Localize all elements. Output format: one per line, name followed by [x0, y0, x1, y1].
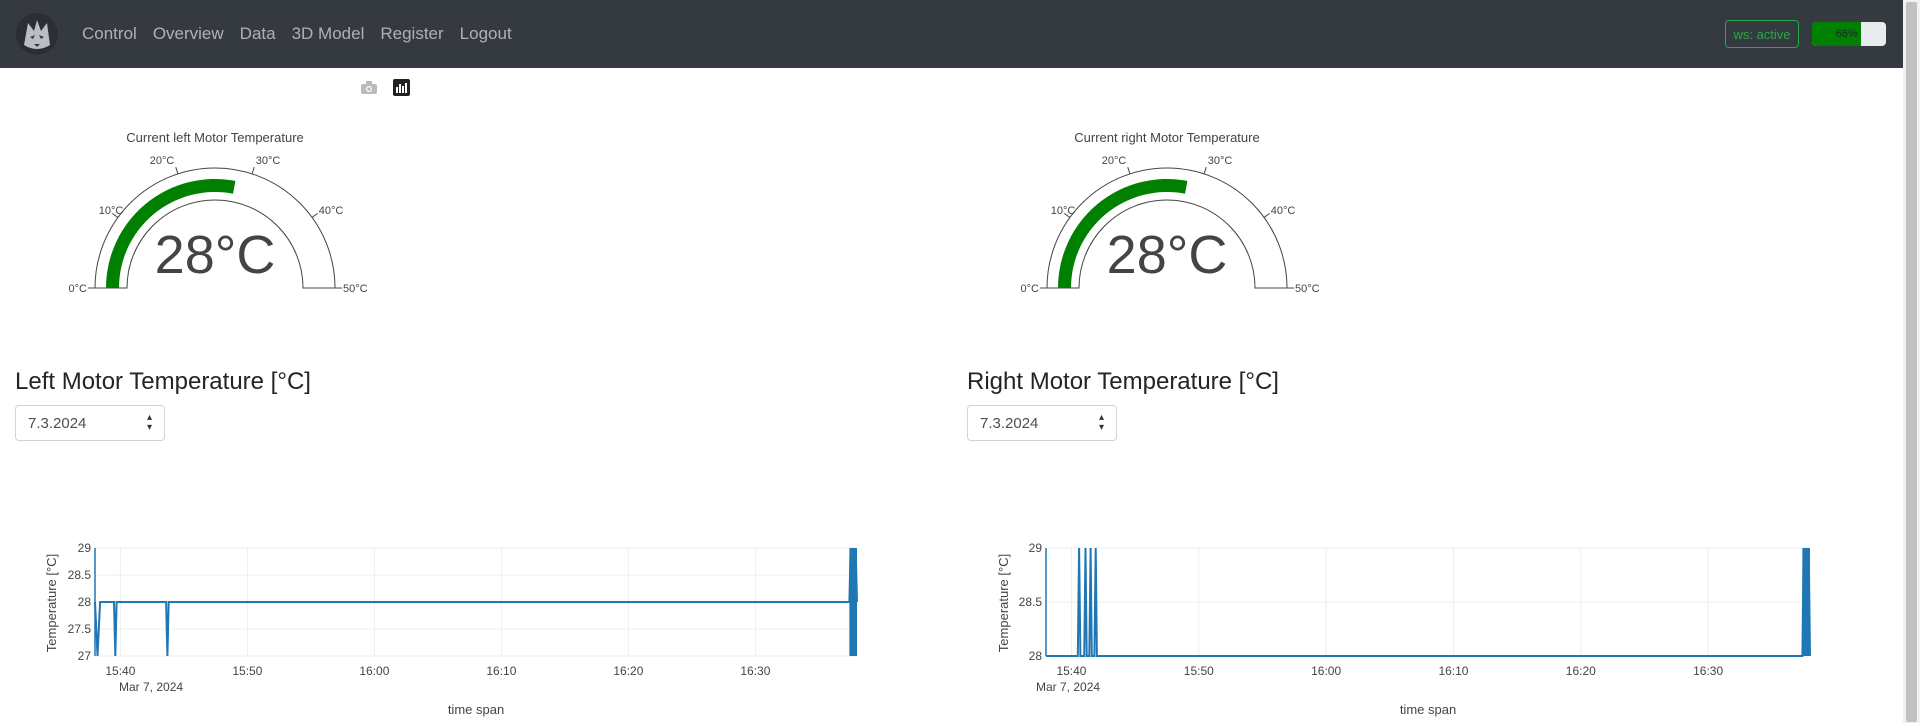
- gauge-tick-label: 40°C: [1271, 205, 1296, 217]
- wolf-logo-icon[interactable]: [14, 11, 60, 57]
- x-tick-label: 15:40: [1056, 664, 1086, 678]
- y-tick-label: 28: [1029, 649, 1043, 663]
- nav-link-3d-model[interactable]: 3D Model: [292, 24, 365, 44]
- gauge-title: Current left Motor Temperature: [126, 130, 304, 145]
- x-tick-label: 16:20: [613, 664, 643, 678]
- gauge-value: 28°C: [155, 225, 276, 285]
- nav-link-logout[interactable]: Logout: [460, 24, 512, 44]
- gauge-tick-label: 50°C: [343, 283, 368, 295]
- x-tick-label: 15:50: [232, 664, 262, 678]
- scrollbar-thumb[interactable]: [1906, 2, 1917, 722]
- top-navbar: Control Overview Data 3D Model Register …: [0, 0, 1903, 68]
- gauge-tick-label: 30°C: [1208, 155, 1233, 167]
- gauge-title: Current right Motor Temperature: [1074, 130, 1259, 145]
- x-tick-label: 15:40: [105, 664, 135, 678]
- plot-modebar: [360, 78, 410, 96]
- dense-data-band: [849, 548, 857, 656]
- gauge-tick-label: 0°C: [1021, 283, 1040, 295]
- y-tick-label: 29: [1029, 541, 1043, 555]
- camera-icon[interactable]: [360, 78, 378, 96]
- right-date-select[interactable]: 7.3.2024 ▴ ▾: [967, 405, 1117, 441]
- plotly-logo-icon[interactable]: [392, 78, 410, 96]
- gauge-tick-mark: [1263, 212, 1271, 218]
- x-tick-label: 16:10: [1438, 664, 1468, 678]
- x-tick-label: 16:30: [1693, 664, 1723, 678]
- x-axis-label: time span: [1400, 702, 1456, 717]
- y-tick-label: 28.5: [1019, 595, 1043, 609]
- x-tick-label: 15:50: [1184, 664, 1214, 678]
- battery-text: 66%: [1835, 28, 1858, 40]
- ws-status-badge: ws: active: [1725, 20, 1799, 48]
- left-date-select[interactable]: 7.3.2024 ▴ ▾: [15, 405, 165, 441]
- x-axis-label: time span: [448, 702, 504, 717]
- y-tick-label: 29: [78, 541, 92, 555]
- x-date-label: Mar 7, 2024: [119, 680, 183, 694]
- nav-link-control[interactable]: Control: [82, 24, 137, 44]
- y-tick-label: 28.5: [68, 568, 92, 582]
- gauge-tick-label: 10°C: [99, 205, 124, 217]
- y-axis-label: Temperature [°C]: [44, 554, 59, 652]
- y-tick-label: 27.5: [68, 622, 92, 636]
- nav-link-overview[interactable]: Overview: [153, 24, 224, 44]
- x-date-label: Mar 7, 2024: [1036, 680, 1100, 694]
- x-tick-label: 16:30: [740, 664, 770, 678]
- gauge-value: 28°C: [1107, 225, 1228, 285]
- left-section-title: Left Motor Temperature [°C]: [15, 368, 311, 395]
- left-temperature-chart[interactable]: 29 28.5 28 27.5 27 15:40 15:50 16:00 16:10 16:20…: [40, 535, 870, 723]
- gauge-left-motor: Current left Motor Temperature 0°C 10°C …: [69, 130, 368, 295]
- select-arrows-icon: ▴ ▾: [146, 412, 152, 433]
- gauge-tick-label: 10°C: [1051, 205, 1076, 217]
- temperature-series-line: [94, 547, 858, 657]
- gauge-tick-label: 40°C: [319, 205, 344, 217]
- gauge-tick-label: 20°C: [150, 155, 175, 167]
- x-tick-label: 16:00: [359, 664, 389, 678]
- gauge-tick-mark: [251, 167, 255, 175]
- left-date-value: 7.3.2024: [28, 414, 87, 432]
- right-temperature-chart[interactable]: 2928.528 15:40 15:50 16:00 16:10 16:20 16:30 …: [992, 535, 1822, 723]
- y-tick-label: 27: [78, 649, 92, 663]
- nav-links: Control Overview Data 3D Model Register …: [82, 0, 528, 68]
- y-axis-label: Temperature [°C]: [996, 554, 1011, 652]
- select-arrows-icon: ▴ ▾: [1098, 412, 1104, 433]
- x-tick-label: 16:10: [486, 664, 516, 678]
- x-tick-label: 16:00: [1311, 664, 1341, 678]
- nav-link-data[interactable]: Data: [240, 24, 276, 44]
- gauge-tick-mark: [311, 212, 319, 218]
- nav-link-register[interactable]: Register: [380, 24, 443, 44]
- battery-progress: 66%: [1812, 22, 1886, 46]
- x-tick-label: 16:20: [1566, 664, 1596, 678]
- gauge-tick-mark: [1127, 167, 1131, 175]
- y-tick-label: 28: [78, 595, 92, 609]
- gauge-tick-label: 30°C: [256, 155, 281, 167]
- gauge-tick-mark: [175, 167, 179, 175]
- right-date-value: 7.3.2024: [980, 414, 1039, 432]
- battery-fill: 66%: [1812, 22, 1861, 46]
- gauge-tick-label: 20°C: [1102, 155, 1127, 167]
- gauge-right-motor: Current right Motor Temperature 0°C 10°C…: [1021, 130, 1320, 295]
- gauge-tick-label: 50°C: [1295, 283, 1320, 295]
- right-section-title: Right Motor Temperature [°C]: [967, 368, 1279, 395]
- gauge-tick-label: 0°C: [69, 283, 88, 295]
- dense-data-band: [1802, 548, 1810, 656]
- gauge-tick-mark: [1203, 167, 1207, 175]
